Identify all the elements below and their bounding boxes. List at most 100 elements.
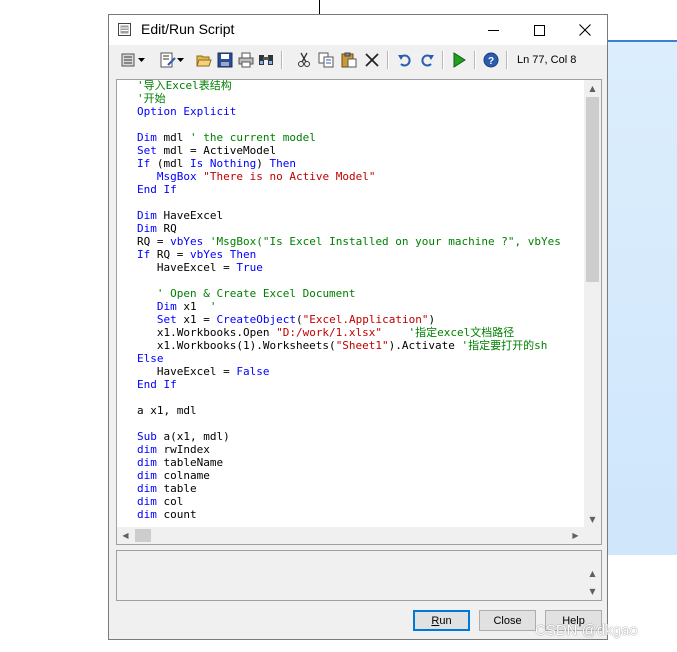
code-token: (mdl <box>150 157 190 170</box>
code-token: dim <box>137 443 157 456</box>
code-line[interactable]: dim colname <box>137 469 585 482</box>
code-line[interactable]: Else <box>137 352 585 365</box>
editor-vertical-scrollbar[interactable]: ▲ ▼ <box>584 80 601 528</box>
edit-menu-dropdown[interactable] <box>175 51 185 69</box>
redo-button[interactable] <box>418 51 436 69</box>
save-button[interactable] <box>216 51 234 69</box>
code-line[interactable]: dim tableName <box>137 456 585 469</box>
code-token: x1.Workbooks(1).Worksheets( <box>137 339 336 352</box>
code-token: dim <box>137 469 157 482</box>
open-folder-icon <box>196 55 212 67</box>
editor-horizontal-scrollbar[interactable]: ◀ ▶ <box>117 527 584 544</box>
code-token: Dim <box>137 209 157 222</box>
code-line[interactable]: dim col <box>137 495 585 508</box>
output-pane[interactable]: ▲ ▼ <box>116 550 602 601</box>
code-line[interactable]: dim rwIndex <box>137 443 585 456</box>
print-button[interactable] <box>237 51 255 69</box>
code-token: Then <box>269 157 296 170</box>
code-line[interactable]: ​ <box>137 196 585 209</box>
code-token: a x1, mdl <box>137 404 197 417</box>
script-menu-dropdown[interactable] <box>136 51 146 69</box>
code-line[interactable]: '开始 <box>137 92 585 105</box>
minimize-button[interactable] <box>470 15 516 45</box>
scroll-down-arrow-icon[interactable]: ▼ <box>584 511 601 528</box>
scroll-up-arrow-icon[interactable]: ▲ <box>584 80 601 97</box>
code-line[interactable]: ' Open & Create Excel Document <box>137 287 585 300</box>
code-line[interactable]: Option Explicit <box>137 105 585 118</box>
code-line[interactable]: HaveExcel = False <box>137 365 585 378</box>
code-line[interactable]: x1.Workbooks(1).Worksheets("Sheet1").Act… <box>137 339 585 352</box>
code-line[interactable]: dim table <box>137 482 585 495</box>
code-line[interactable]: dim count <box>137 508 585 521</box>
toolbar-separator <box>281 51 283 69</box>
copy-button[interactable] <box>317 51 335 69</box>
run-button[interactable]: Run <box>413 610 470 631</box>
help-toolbar-button[interactable]: ? <box>482 51 500 69</box>
code-line[interactable]: Dim RQ <box>137 222 585 235</box>
toolbar: ? Ln 77, Col 8 <box>109 46 607 74</box>
code-line[interactable]: ​ <box>137 391 585 404</box>
open-button[interactable] <box>195 51 213 69</box>
copy-icon <box>318 52 334 68</box>
maximize-button[interactable] <box>516 15 562 45</box>
close-window-button[interactable] <box>562 15 608 45</box>
code-token: RQ = <box>137 235 171 248</box>
code-line[interactable]: '导入Excel表结构 <box>137 80 585 92</box>
code-token: '指定excel文档路径 <box>408 326 515 339</box>
code-token: Dim <box>137 131 157 144</box>
code-line[interactable]: x1.Workbooks.Open "D:/work/1.xlsx" '指定ex… <box>137 326 585 339</box>
undo-button[interactable] <box>396 51 414 69</box>
output-vertical-scrollbar[interactable]: ▲ ▼ <box>584 551 601 600</box>
code-line[interactable]: If (mdl Is Nothing) Then <box>137 157 585 170</box>
code-token: "Excel.Application" <box>302 313 429 326</box>
code-token: rwIndex <box>156 443 210 456</box>
cut-button[interactable] <box>295 51 313 69</box>
code-line[interactable]: End If <box>137 378 585 391</box>
code-line[interactable]: Sub a(x1, mdl) <box>137 430 585 443</box>
code-token: End If <box>137 183 177 196</box>
code-token: vbYes <box>190 248 224 261</box>
code-line[interactable]: Set x1 = CreateObject("Excel.Application… <box>137 313 585 326</box>
scroll-left-arrow-icon[interactable]: ◀ <box>117 527 134 544</box>
scroll-up-arrow-icon[interactable]: ▲ <box>584 565 601 582</box>
code-line[interactable]: If RQ = vbYes Then <box>137 248 585 261</box>
script-code-area[interactable]: '导入Excel表结构'开始Option Explicit​Dim mdl ' … <box>137 80 585 525</box>
vertical-scroll-thumb[interactable] <box>586 97 599 282</box>
scroll-right-arrow-icon[interactable]: ▶ <box>567 527 584 544</box>
code-line[interactable]: Dim HaveExcel <box>137 209 585 222</box>
code-line[interactable]: End If <box>137 183 585 196</box>
code-token: RQ <box>156 222 177 235</box>
code-token: colname <box>156 469 210 482</box>
code-token: RQ = <box>150 248 190 261</box>
run-toolbar-button[interactable] <box>450 51 468 69</box>
code-line[interactable]: ​ <box>137 274 585 287</box>
code-line[interactable]: Set mdl = ActiveModel <box>137 144 585 157</box>
scrollbar-corner <box>584 527 601 544</box>
code-line[interactable]: a x1, mdl <box>137 404 585 417</box>
code-token: HaveExcel <box>156 209 224 222</box>
code-line[interactable]: RQ = vbYes 'MsgBox("Is Excel Installed o… <box>137 235 585 248</box>
title-bar[interactable]: Edit/Run Script <box>109 15 607 45</box>
script-editor[interactable]: '导入Excel表结构'开始Option Explicit​Dim mdl ' … <box>116 79 602 545</box>
code-token: Dim <box>137 222 157 235</box>
code-token: End If <box>137 378 177 391</box>
toolbar-separator <box>474 51 476 69</box>
code-token: ' <box>209 300 217 313</box>
code-line[interactable]: ​ <box>137 118 585 131</box>
close-button[interactable]: Close <box>479 610 536 631</box>
code-line[interactable]: MsgBox "There is no Active Model" <box>137 170 585 183</box>
code-line[interactable]: HaveExcel = True <box>137 261 585 274</box>
delete-button[interactable] <box>363 51 381 69</box>
paste-button[interactable] <box>340 51 358 69</box>
find-button[interactable] <box>257 51 275 69</box>
code-token: '开始 <box>137 92 166 105</box>
code-line[interactable]: Dim x1 ' <box>137 300 585 313</box>
script-menu-icon <box>121 53 135 67</box>
run-button-label: un <box>439 614 452 627</box>
code-token: mdl <box>156 131 190 144</box>
code-line[interactable]: Dim mdl ' the current model <box>137 131 585 144</box>
horizontal-scroll-thumb[interactable] <box>135 529 151 542</box>
code-token: mdl = ActiveModel <box>156 144 277 157</box>
scroll-down-arrow-icon[interactable]: ▼ <box>584 583 601 600</box>
code-line[interactable]: ​ <box>137 417 585 430</box>
